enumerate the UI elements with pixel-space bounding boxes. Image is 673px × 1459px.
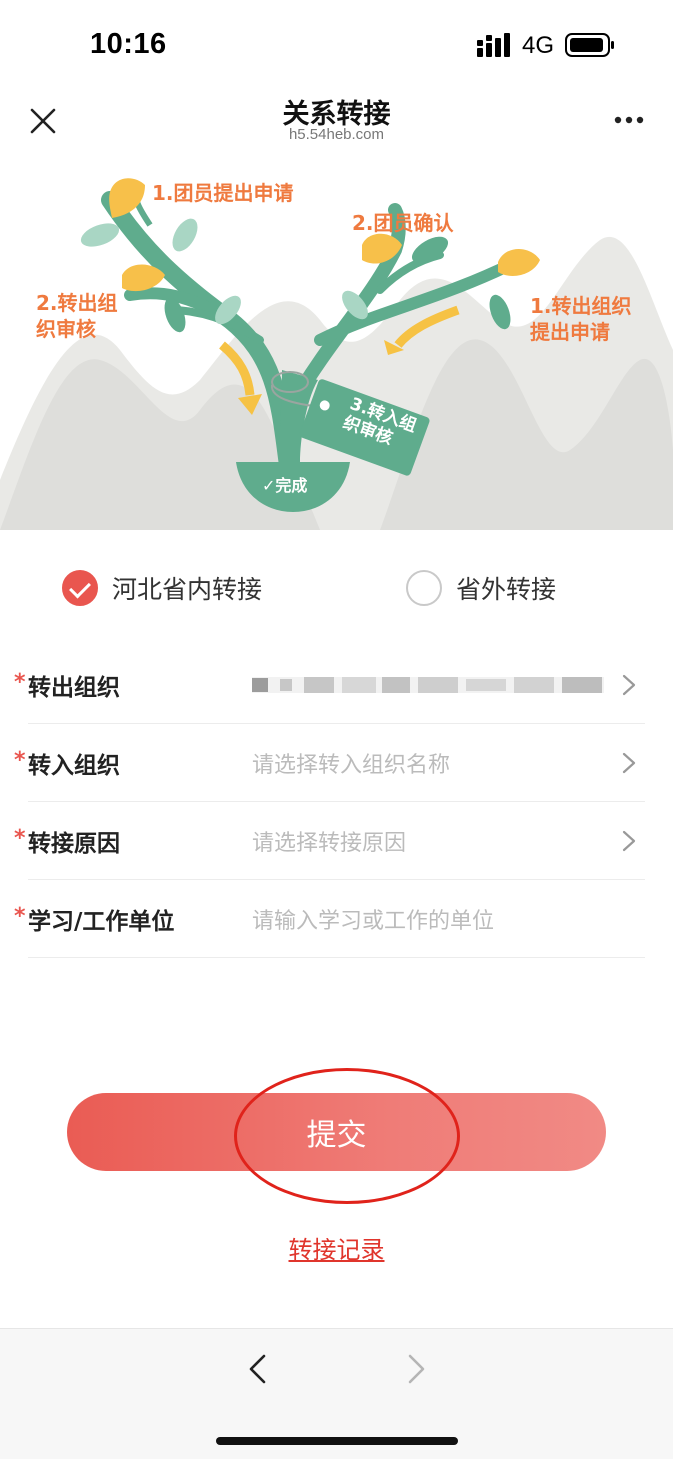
step-label-1: 1.团员提出申请 bbox=[152, 181, 294, 205]
radio-option-out-province[interactable]: 省外转接 bbox=[406, 568, 556, 608]
highlight-annotation bbox=[234, 1068, 460, 1204]
status-bar: 10:16 4G bbox=[0, 0, 673, 90]
step-label-3: 2.转出组 织审核 bbox=[36, 291, 118, 341]
required-mark: * bbox=[14, 748, 26, 773]
process-banner: 1.团员提出申请 2.团员确认 2.转出组 织审核 1.转出组织 提出申请 3.… bbox=[0, 150, 673, 530]
radio-circle-icon[interactable] bbox=[406, 570, 442, 606]
step-label-4: 1.转出组织 提出申请 bbox=[530, 294, 632, 344]
required-mark: * bbox=[14, 904, 26, 929]
form-row-reason[interactable]: * 转接原因 请选择转接原因 bbox=[14, 802, 645, 880]
step-label-2: 2.团员确认 bbox=[352, 211, 454, 235]
reason-select[interactable]: 请选择转接原因 bbox=[252, 825, 406, 857]
radio-label-in-province: 河北省内转接 bbox=[112, 575, 263, 604]
form-label-reason: 转接原因 bbox=[28, 831, 120, 857]
chevron-right-icon[interactable] bbox=[622, 674, 636, 696]
forward-arrow-icon[interactable] bbox=[404, 1353, 428, 1385]
radio-label-out-province: 省外转接 bbox=[456, 575, 557, 604]
required-mark: * bbox=[14, 826, 26, 851]
form-label-to-org: 转入组织 bbox=[28, 753, 120, 779]
battery-icon bbox=[565, 33, 614, 57]
workplace-input[interactable]: 请输入学习或工作的单位 bbox=[252, 903, 494, 935]
blurred-org-value[interactable] bbox=[252, 674, 604, 696]
nav-bar: 关系转接 h5.54heb.com bbox=[0, 90, 673, 150]
status-time: 10:16 bbox=[90, 28, 167, 60]
transfer-type-group: 河北省内转接 省外转接 bbox=[0, 548, 673, 628]
to-org-select[interactable]: 请选择转入组织名称 bbox=[252, 747, 450, 779]
transfer-record-link[interactable]: 转接记录 bbox=[0, 1230, 673, 1265]
done-label: ✓完成 bbox=[262, 476, 308, 495]
network-label: 4G bbox=[522, 32, 555, 59]
chevron-right-icon[interactable] bbox=[622, 752, 636, 774]
page-domain: h5.54heb.com bbox=[288, 126, 385, 143]
home-indicator[interactable] bbox=[216, 1437, 458, 1445]
back-arrow-icon[interactable] bbox=[246, 1353, 270, 1385]
more-icon[interactable] bbox=[610, 110, 650, 130]
form-row-to-org[interactable]: * 转入组织 请选择转入组织名称 bbox=[14, 724, 645, 802]
form-label-from-org: 转出组织 bbox=[28, 675, 120, 701]
chevron-right-icon[interactable] bbox=[622, 830, 636, 852]
signal-icon bbox=[477, 33, 510, 57]
form-label-workplace: 学习/工作单位 bbox=[28, 909, 175, 935]
check-icon[interactable] bbox=[62, 570, 98, 606]
browser-toolbar bbox=[0, 1328, 673, 1459]
form-row-workplace[interactable]: * 学习/工作单位 请输入学习或工作的单位 bbox=[14, 880, 645, 958]
required-mark: * bbox=[14, 670, 26, 695]
radio-option-in-province[interactable]: 河北省内转接 bbox=[62, 568, 262, 608]
form-row-from-org[interactable]: * 转出组织 bbox=[14, 646, 645, 724]
transfer-form: * 转出组织 * 转入组织 请选择转入组织名称 * 转接原因 请选择转接原因 *… bbox=[0, 646, 673, 958]
